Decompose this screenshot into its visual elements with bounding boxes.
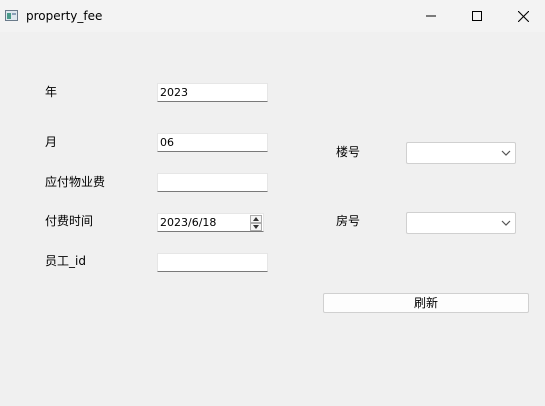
app-window-icon <box>5 10 18 21</box>
close-icon <box>517 10 529 22</box>
employee-id-label: 员工_id <box>45 254 86 268</box>
paytime-label: 付费时间 <box>45 214 94 228</box>
room-label: 房号 <box>336 214 361 228</box>
arrow-up-icon <box>253 217 259 221</box>
paytime-value: 2023/6/18 <box>160 216 217 229</box>
refresh-button[interactable]: 刷新 <box>323 293 529 313</box>
building-select[interactable] <box>406 142 516 164</box>
title-bar[interactable]: property_fee <box>0 0 545 32</box>
paytime-date-input[interactable]: 2023/6/18 <box>157 213 264 232</box>
chevron-down-icon <box>501 150 511 156</box>
fee-input[interactable] <box>157 173 268 192</box>
close-button[interactable] <box>500 0 545 32</box>
date-spin-down-button[interactable] <box>250 223 262 231</box>
year-label: 年 <box>45 85 58 99</box>
date-spin-up-button[interactable] <box>250 215 262 223</box>
employee-id-input[interactable] <box>157 253 268 272</box>
chevron-down-icon <box>501 220 511 226</box>
year-input[interactable]: 2023 <box>157 83 268 102</box>
arrow-down-icon <box>253 225 259 229</box>
room-select[interactable] <box>406 212 516 234</box>
building-label: 楼号 <box>336 145 361 159</box>
window-title: property_fee <box>26 9 103 23</box>
month-input[interactable]: 06 <box>157 133 268 152</box>
fee-label: 应付物业费 <box>45 175 106 189</box>
month-label: 月 <box>45 135 58 149</box>
maximize-button[interactable] <box>454 0 500 32</box>
minimize-button[interactable] <box>408 0 454 32</box>
minimize-icon <box>426 15 436 17</box>
maximize-icon <box>472 11 482 21</box>
